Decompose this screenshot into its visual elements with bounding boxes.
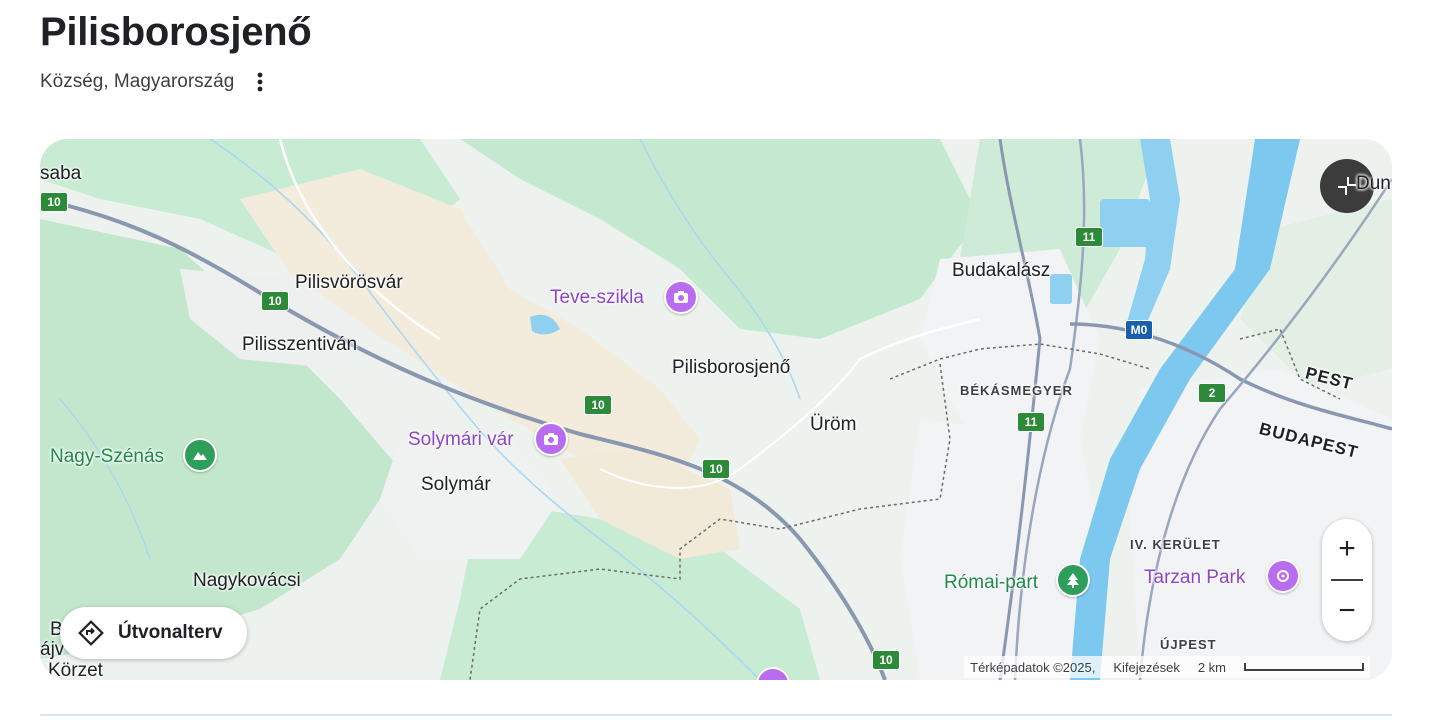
zoom-in-button[interactable]: + (1322, 519, 1372, 579)
mountain-icon[interactable] (183, 438, 217, 472)
map-label-edge-taj: ájv (40, 639, 65, 660)
road-shield: 11 (1075, 227, 1103, 247)
road-shield: 10 (702, 459, 730, 479)
map-view[interactable]: saba Dun Pilisvörösvár Pilisszentiván Pi… (40, 139, 1392, 680)
map-label-solymar: Solymár (421, 474, 491, 495)
map-label-dun: Dun (1356, 173, 1391, 194)
road-shield: 10 (872, 650, 900, 670)
scale-bar[interactable] (1244, 663, 1364, 671)
directions-label: Útvonalterv (118, 622, 223, 643)
zoom-out-button[interactable]: − (1322, 581, 1372, 641)
directions-icon (78, 620, 104, 646)
road-shield: 10 (584, 395, 612, 415)
map-attribution: Térképadatok ©2025, (970, 659, 1096, 675)
map-label-saba: saba (40, 163, 82, 184)
poi-label-teve-szikla[interactable]: Teve-szikla (550, 287, 644, 309)
road-shield: 11 (1017, 412, 1045, 432)
map-label-budakalasz: Budakalász (952, 260, 1051, 281)
road-shield: 10 (261, 291, 289, 311)
tree-icon[interactable] (1056, 563, 1090, 597)
poi-label-solymari-var[interactable]: Solymári vár (408, 429, 514, 451)
more-options-icon[interactable] (248, 70, 272, 94)
page-title: Pilisborosjenő (40, 10, 312, 54)
map-label-iv-kerulet: IV. KERÜLET (1130, 537, 1221, 552)
road-shield: M0 (1125, 320, 1153, 340)
map-label-bekasmegyer: BÉKÁSMEGYER (960, 383, 1073, 398)
directions-button[interactable]: Útvonalterv (60, 607, 247, 659)
section-divider (40, 714, 1392, 716)
zoom-control: + − (1322, 519, 1372, 641)
map-canvas (40, 139, 1392, 680)
map-attribution-bar: Térképadatok ©2025, Kifejezések 2 km (964, 656, 1370, 678)
map-label-urom: Üröm (810, 414, 857, 435)
map-label-pilisborosjeno: Pilisborosjenő (672, 357, 791, 378)
poi-label-tarzan-park[interactable]: Tarzan Park (1144, 567, 1245, 589)
poi-label-romai-part[interactable]: Római-part (944, 572, 1038, 594)
scale-label[interactable]: 2 km (1198, 660, 1226, 675)
amusement-icon[interactable] (1266, 559, 1300, 593)
map-label-korzet: Körzet (48, 660, 103, 680)
road-shield: 10 (40, 192, 68, 212)
poi-label-nagy-szenas[interactable]: Nagy-Szénás (50, 446, 164, 468)
place-subtitle: Község, Magyarország (40, 71, 235, 92)
camera-icon[interactable] (534, 422, 568, 456)
map-label-pilisvorosvar: Pilisvörösvár (295, 272, 403, 293)
terms-link[interactable]: Kifejezések (1113, 660, 1179, 675)
subtitle-row: Község, Magyarország (40, 70, 272, 94)
map-label-pilisszentivan: Pilisszentiván (242, 334, 358, 355)
road-shield: 2 (1198, 383, 1226, 403)
camera-icon[interactable] (664, 280, 698, 314)
map-label-ujpest: ÚJPEST (1160, 637, 1217, 652)
map-label-nagykovacsi: Nagykovácsi (193, 570, 301, 591)
